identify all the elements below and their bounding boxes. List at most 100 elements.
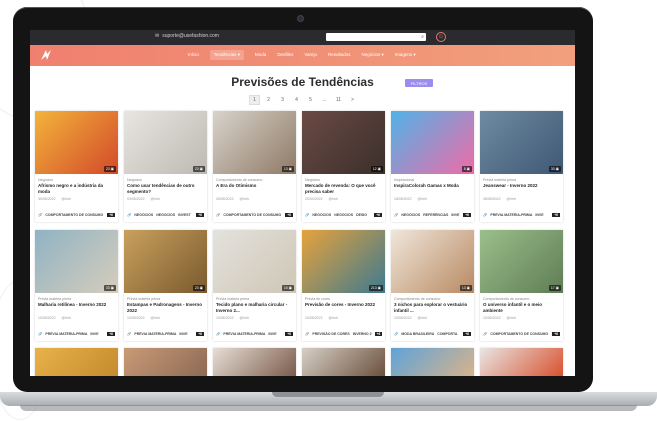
- more-tags-badge[interactable]: +6: [552, 213, 560, 217]
- card-tag[interactable]: PRÉVIA MATÉRIA-PRIMA: [490, 213, 532, 217]
- card-tag[interactable]: NEGÓCIOS: [334, 213, 353, 217]
- trend-card-partial[interactable]: [35, 348, 118, 376]
- more-tags-badge[interactable]: +6: [107, 332, 115, 336]
- card-tag[interactable]: INVE: [451, 213, 459, 217]
- card-thumbnail[interactable]: 12 ▣: [302, 111, 385, 174]
- more-tags-badge[interactable]: +6: [463, 213, 471, 217]
- nav-item[interactable]: Desfiles: [277, 52, 293, 60]
- card-title[interactable]: InspiraColorah Gamas x Moda: [394, 183, 471, 194]
- card-tag[interactable]: INVE: [268, 332, 276, 336]
- card-tag[interactable]: INVEST: [178, 213, 191, 217]
- nav-item[interactable]: Imagens ▾: [395, 52, 416, 60]
- trend-card-partial[interactable]: [213, 348, 296, 376]
- card-tag[interactable]: PRÉVIA MATÉRIA-PRIMA: [223, 332, 265, 336]
- trend-card[interactable]: 17 ▣ Comportamento de consumo O universo i…: [480, 230, 563, 341]
- card-title[interactable]: Mercado de revenda: O que você precisa s…: [305, 183, 382, 194]
- card-thumbnail[interactable]: 33 ▣: [35, 230, 118, 293]
- card-title[interactable]: Jeanswear - Inverno 2022: [483, 183, 560, 194]
- card-title[interactable]: Previsão de cores - Inverno 2022: [305, 302, 382, 313]
- next-page-button[interactable]: >: [347, 95, 358, 105]
- card-title[interactable]: Malharia retilínea - Inverno 2022: [38, 302, 115, 313]
- page-button[interactable]: ...: [319, 95, 330, 105]
- more-tags-badge[interactable]: +6: [107, 213, 115, 217]
- more-tags-badge[interactable]: +6: [374, 213, 382, 217]
- trend-card[interactable]: 23 ▣ Negócios Afrismo negro e a indústria …: [35, 111, 118, 222]
- card-tag[interactable]: PRÉVIA MATÉRIA-PRIMA: [134, 332, 176, 336]
- card-tag[interactable]: PRÉVIA MATÉRIA-PRIMA: [45, 332, 87, 336]
- search-icon[interactable]: ⌕: [421, 34, 424, 40]
- card-title[interactable]: Estampas e Padronagens - Inverno 2022: [127, 302, 204, 313]
- card-tag[interactable]: INVE: [90, 332, 98, 336]
- card-thumbnail[interactable]: 13 ▣: [213, 111, 296, 174]
- support-email[interactable]: ✉ suporte@usefashion.com: [155, 33, 219, 39]
- card-title[interactable]: Como usar tendências de outro segmento?: [127, 183, 204, 194]
- card-tag[interactable]: COMPORTAMENTO DE CONSUMO: [223, 213, 281, 217]
- card-tag[interactable]: INVERNO 2: [353, 332, 372, 336]
- trend-card[interactable]: 13 ▣ Comportamento de consumo 3 nichos par…: [391, 230, 474, 341]
- card-tag[interactable]: MODA BRASILEIRA: [401, 332, 434, 336]
- card-thumbnail[interactable]: 23 ▣: [124, 230, 207, 293]
- card-title[interactable]: O universo infantil e o meio ambiente: [483, 302, 560, 313]
- more-tags-badge[interactable]: +6: [285, 213, 293, 217]
- trend-card-partial[interactable]: [480, 348, 563, 376]
- filter-button[interactable]: FILTROS: [405, 79, 433, 87]
- page-button[interactable]: 4: [291, 95, 302, 105]
- trend-card-partial[interactable]: [391, 348, 474, 376]
- card-tag[interactable]: DESIG: [356, 213, 367, 217]
- brand-logo-icon[interactable]: [40, 49, 52, 61]
- search-input[interactable]: ⌕: [326, 33, 426, 41]
- card-thumbnail[interactable]: 33 ▣: [480, 111, 563, 174]
- trend-card[interactable]: 23 ▣ Prévia matéria prima Estampas e Padro…: [124, 230, 207, 341]
- card-tag[interactable]: PREVISÃO DE CORES: [312, 332, 349, 336]
- card-tag[interactable]: NEGÓCIOS: [156, 213, 175, 217]
- card-thumbnail[interactable]: 23 ▣: [124, 111, 207, 174]
- nav-item[interactable]: Negócios ▾: [362, 52, 384, 60]
- nav-item[interactable]: Varejo: [304, 52, 317, 60]
- card-title[interactable]: 3 nichos para explorar o vestuário infan…: [394, 302, 471, 313]
- trend-card[interactable]: 23 ▣ Negócios Como usar tendências de outr…: [124, 111, 207, 222]
- card-tag[interactable]: NEGÓCIOS: [134, 213, 153, 217]
- more-tags-badge[interactable]: +6: [196, 332, 204, 336]
- user-avatar-icon[interactable]: ☺: [436, 32, 446, 42]
- trend-card[interactable]: 33 ▣ Prévia matéria prima Jeanswear - Inve…: [480, 111, 563, 222]
- more-tags-badge[interactable]: +6: [374, 332, 382, 336]
- nav-item[interactable]: Resultados: [328, 52, 351, 60]
- card-title[interactable]: Tecido plano e malharia circular - Inver…: [216, 302, 293, 313]
- trend-card-partial[interactable]: [302, 348, 385, 376]
- card-thumbnail[interactable]: 17 ▣: [480, 230, 563, 293]
- card-tag[interactable]: REFERÊNCIAS: [423, 213, 448, 217]
- card-tag[interactable]: INVE: [179, 332, 187, 336]
- page-button[interactable]: 1: [249, 95, 260, 105]
- card-title[interactable]: A Era do Otimismo: [216, 183, 293, 194]
- trend-card[interactable]: 8 ▣ Inspiracional InspiraColorah Gamas x M…: [391, 111, 474, 222]
- page-button[interactable]: 2: [263, 95, 274, 105]
- trend-card[interactable]: 33 ▣ Prévia matéria prima Malharia retilín…: [35, 230, 118, 341]
- page-button[interactable]: 11: [333, 95, 344, 105]
- more-tags-badge[interactable]: +6: [552, 332, 560, 336]
- card-thumbnail[interactable]: 8 ▣: [391, 111, 474, 174]
- page-button[interactable]: 5: [305, 95, 316, 105]
- more-tags-badge[interactable]: +6: [196, 213, 204, 217]
- nav-item[interactable]: Moda: [255, 52, 266, 60]
- card-thumbnail[interactable]: 13 ▣: [391, 230, 474, 293]
- trend-card[interactable]: 12 ▣ Negócios Mercado de revenda: O que vo…: [302, 111, 385, 222]
- nav-item[interactable]: Tendências ▾: [209, 50, 245, 60]
- card-thumbnail[interactable]: 15 ▣: [213, 230, 296, 293]
- nav-item[interactable]: Início: [188, 52, 199, 60]
- card-tag[interactable]: NEGÓCIOS: [312, 213, 331, 217]
- trend-card[interactable]: 15 ▣ Prévia matéria prima Tecido plano e m…: [213, 230, 296, 341]
- trend-card-partial[interactable]: [124, 348, 207, 376]
- page-button[interactable]: 3: [277, 95, 288, 105]
- trend-card[interactable]: 13 ▣ Comportamento de consumo A Era do Oti…: [213, 111, 296, 222]
- card-thumbnail[interactable]: 213 ▣: [302, 230, 385, 293]
- more-tags-badge[interactable]: +6: [285, 332, 293, 336]
- card-tag[interactable]: COMPORTAMENTO DE CONSUMO: [45, 213, 103, 217]
- trend-card[interactable]: 213 ▣ Prévia de cores Previsão de cores - …: [302, 230, 385, 341]
- card-tag[interactable]: COMPORTAMENTO DE CONSUMO: [490, 332, 548, 336]
- more-tags-badge[interactable]: +6: [463, 332, 471, 336]
- card-thumbnail[interactable]: 23 ▣: [35, 111, 118, 174]
- card-title[interactable]: Afrismo negro e a indústria da moda: [38, 183, 115, 194]
- card-tag[interactable]: INVE: [535, 213, 543, 217]
- card-tag[interactable]: COMPORTA: [437, 332, 457, 336]
- card-tag[interactable]: NEGÓCIOS: [401, 213, 420, 217]
